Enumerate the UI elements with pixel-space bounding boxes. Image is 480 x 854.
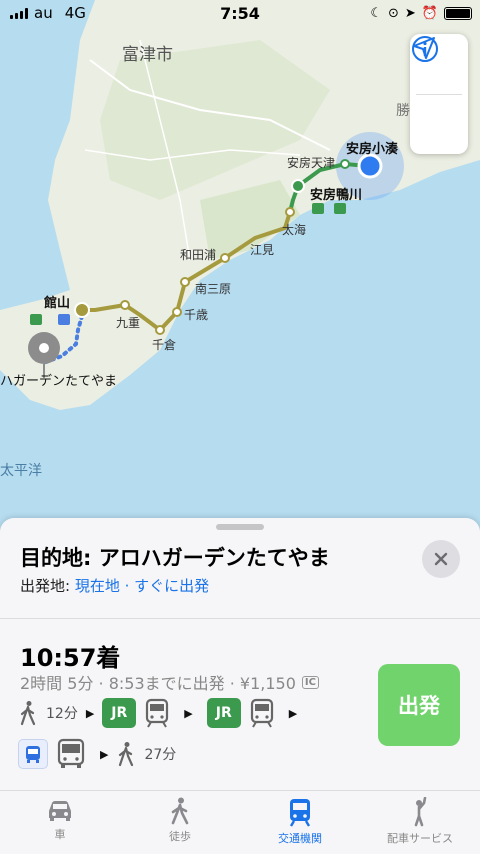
bus-icon <box>57 738 85 768</box>
map-label-tateyama: 館山 <box>44 296 71 311</box>
walk-duration-2: 27分 <box>144 747 177 763</box>
go-button[interactable]: 出発 <box>378 664 460 746</box>
map-label-chikura: 千倉 <box>152 338 177 352</box>
destination-title: 目的地: アロハガーデンたてやま <box>20 546 330 570</box>
station-chitose <box>172 307 182 317</box>
walk-icon <box>20 701 36 726</box>
current-location-dot <box>357 153 383 179</box>
transport-mode-tabbar: 車 徒歩 交通機関 配車サービス <box>0 790 480 854</box>
close-icon <box>434 552 448 566</box>
sheet-grabber[interactable] <box>216 524 264 530</box>
walk-icon <box>119 742 134 767</box>
origin-line: 出発地: 現在地 · すぐに出発 <box>20 575 209 596</box>
tab-label: 交通機関 <box>278 832 322 845</box>
map-canvas <box>0 0 480 410</box>
locate-button[interactable] <box>410 37 468 155</box>
station-chikura <box>155 325 165 335</box>
route-steps-row-1: 12分 ▶ JR ▶ JR ▶ <box>18 698 297 728</box>
route-steps-row-2: ▶ 27分 <box>18 738 176 770</box>
tab-walk[interactable]: 徒歩 <box>120 791 240 854</box>
location-services-icon: ➤ <box>404 5 416 21</box>
station-amatsu <box>340 159 350 169</box>
map-label-kokonoe: 九重 <box>116 316 141 330</box>
rotation-lock-icon: ⊙ <box>388 5 399 21</box>
battery-icon <box>444 6 472 20</box>
map-view[interactable]: 富津市 館山 九重 千倉 千歳 南三原 和田浦 江見 太海 安房鴨川 安房天津 … <box>0 0 480 560</box>
step-arrow: ▶ <box>85 706 95 720</box>
step-arrow: ▶ <box>184 706 193 720</box>
map-label-kamogawa: 安房鴨川 <box>310 188 363 203</box>
step-arrow: ▶ <box>100 747 109 761</box>
origin-current-location-link[interactable]: 現在地 <box>75 577 120 595</box>
map-label-futtsu: 富津市 <box>122 45 173 65</box>
status-bar: au 4G 7:54 ☾ ⊙ ➤ ⏰ <box>0 0 480 26</box>
train-icon <box>289 799 311 827</box>
station-emi <box>220 253 230 263</box>
map-label-futomi: 太海 <box>282 223 307 237</box>
tab-transit[interactable]: 交通機関 <box>240 791 360 854</box>
map-label-kominato: 安房小湊 <box>346 142 399 157</box>
map-label-wadaura: 和田浦 <box>180 248 217 262</box>
step-arrow: ▶ <box>288 706 298 720</box>
alarm-icon: ⏰ <box>421 5 438 21</box>
station-wadaura <box>180 277 190 287</box>
origin-separator: · <box>119 577 135 595</box>
tab-ride-hail[interactable]: 配車サービス <box>360 791 480 854</box>
close-button[interactable] <box>422 540 460 578</box>
jr-badge: JR <box>102 698 137 728</box>
tab-label: 車 <box>54 828 66 841</box>
moon-icon: ☾ <box>370 5 382 21</box>
sheet-divider <box>0 618 480 619</box>
depart-now-link[interactable]: すぐに出発 <box>134 577 209 595</box>
tab-label: 配車サービス <box>387 832 453 845</box>
map-label-katsuura: 勝 <box>396 103 410 119</box>
walk-icon <box>171 797 189 825</box>
map-label-minamiboso: 南三原 <box>195 282 232 296</box>
route-summary-line: 2時間 5分 · 8:53までに出発 · ¥1,150 IC <box>20 670 319 694</box>
route-summary: 2時間 5分 · 8:53までに出発 · ¥1,150 <box>20 674 296 693</box>
walk-duration-1: 12分 <box>46 706 78 722</box>
tab-label: 徒歩 <box>169 830 191 843</box>
station-kamogawa <box>291 179 305 193</box>
tab-drive[interactable]: 車 <box>0 791 120 854</box>
ic-card-badge: IC <box>301 675 319 689</box>
map-label-amatsu: 安房天津 <box>287 156 336 170</box>
map-label-emi: 江見 <box>250 243 275 257</box>
map-label-destination: ハガーデンたてやま <box>0 374 118 389</box>
train-icon <box>146 698 169 728</box>
ride-hail-icon <box>414 797 427 827</box>
train-icon <box>250 698 273 728</box>
bus-badge-icon <box>26 746 40 763</box>
location-arrow-icon <box>413 37 435 59</box>
station-futomi <box>285 207 295 217</box>
jr-badge: JR <box>206 698 241 728</box>
map-label-pacific: 太平洋 <box>0 463 42 479</box>
map-controls <box>410 34 468 154</box>
map-label-chitose: 千歳 <box>184 308 209 322</box>
station-tateyama <box>74 302 90 318</box>
origin-prefix: 出発地: <box>20 577 75 595</box>
station-kokonoe <box>120 300 130 310</box>
arrival-time: 10:57着 <box>20 644 121 672</box>
bus-badge <box>18 739 48 769</box>
car-icon <box>49 801 71 821</box>
